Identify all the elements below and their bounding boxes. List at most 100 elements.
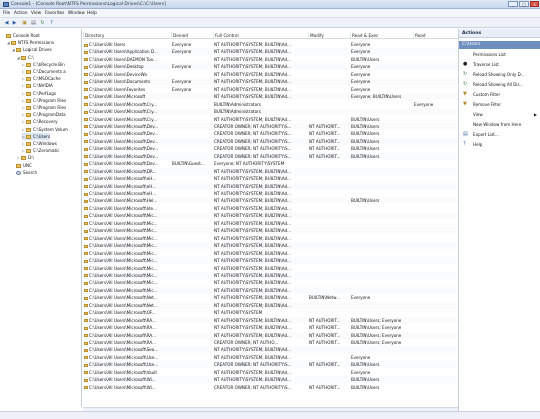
table-row[interactable]: C:\Users\All Users\Microsoft\DR... NT AUT… xyxy=(83,167,458,175)
action-item[interactable]: Permissions List xyxy=(459,50,540,59)
action-item[interactable]: View ▶ xyxy=(459,110,540,119)
table-row[interactable]: C:\Users\All Users\Microsoft\Hel... NT AU… xyxy=(83,197,458,205)
table-row[interactable]: C:\Users\All Users\Microsoft NT AUTHORITY… xyxy=(83,93,458,101)
tree-node[interactable]: Console Root xyxy=(2,32,40,39)
action-item[interactable]: ▼ Custom Filter xyxy=(459,90,540,99)
action-item[interactable]: ▼ Remove Filter xyxy=(459,100,540,109)
action-item[interactable]: ● Traverse List xyxy=(459,60,540,69)
table-row[interactable]: C:\Users\All Users\Microsoft\Mic... NT AU… xyxy=(83,242,458,250)
column-directory[interactable]: Directory xyxy=(83,32,171,39)
tree-node[interactable]: ▷ C:\Program Files xyxy=(22,104,66,111)
tree-node[interactable]: ▷ C:\$Recycle.Bin xyxy=(22,61,65,68)
table-row[interactable]: C:\Users\All Users\Microsoft\Dev... CREAT… xyxy=(83,145,458,152)
table-row[interactable]: C:\Users\All Users\Microsoft\Net... NT AU… xyxy=(83,301,458,309)
table-row[interactable]: C:\Users\All Users\Microsoft\Dev... BUILT… xyxy=(83,160,458,167)
up-folder-icon[interactable]: ▣ xyxy=(21,20,28,26)
help-icon[interactable]: ? xyxy=(48,20,55,26)
console-tree[interactable]: Console Root ◢ NTFS Permissions ◢ Logical Dr… xyxy=(0,29,82,407)
tree-node[interactable]: ▷ C:\MSOCache xyxy=(22,75,61,82)
tree-node[interactable]: ▷ C:\Recovery xyxy=(22,118,58,125)
table-row[interactable]: C:\Users\All Users\Microsoft\Cry... BUILT… xyxy=(83,108,458,116)
table-row[interactable]: C:\Users\All Users\Microsoft\Mic... NT AU… xyxy=(83,271,458,279)
table-row[interactable]: C:\Users\All Users\Microsoft\eH... NT AUT… xyxy=(83,190,458,197)
tree-node[interactable]: ▷ C:\Zeromatic xyxy=(22,147,60,154)
table-row[interactable]: C:\Users\All Users\Microsoft\Mic... NT AU… xyxy=(83,235,458,242)
action-item[interactable]: New Window from Here xyxy=(459,120,540,129)
table-row[interactable]: C:\Users\All Users\Microsoft\Sea... NT AU… xyxy=(83,346,458,354)
action-item[interactable]: ↻ Reload Showing Only D... xyxy=(459,70,540,79)
table-row[interactable]: C:\Users\All Users\Microsoft\Ide... NT AU… xyxy=(83,205,458,212)
tree-node[interactable]: ▷ C:\Documents a xyxy=(22,68,66,75)
forward-icon[interactable]: ▶ xyxy=(11,20,18,26)
table-row[interactable]: C:\Users\All Users\Microsoft\RA... NT AUT… xyxy=(83,324,458,331)
table-row[interactable]: C:\Users\All Users\Microsoft\Mic... NT AU… xyxy=(83,279,458,286)
table-row[interactable]: C:\Users\All Users\Microsoft\Mic... NT AU… xyxy=(83,212,458,220)
table-row[interactable]: C:\Users\All Users Everyone NT AUTHORITY\S… xyxy=(83,41,458,48)
table-row[interactable]: C:\Users\All Users\Microsoft\Vault NT AUT… xyxy=(83,369,458,376)
table-row[interactable]: C:\Users\All Users\Microsoft\Mic... NT AU… xyxy=(83,257,458,265)
menu-file[interactable]: File xyxy=(3,11,10,16)
tree-node[interactable]: ◢ NTFS Permissions xyxy=(7,39,54,46)
column-modify[interactable]: Modify xyxy=(308,32,350,39)
table-row[interactable]: C:\Users\All Users\Microsoft\RA... NT AUT… xyxy=(83,316,458,324)
table-row[interactable]: C:\Users\All Users\Microsoft\RA... NT AUT… xyxy=(83,331,458,339)
table-row[interactable]: C:\Users\All Users\Microsoft\Mic... NT AU… xyxy=(83,286,458,294)
tree-node[interactable]: ▷ C:\Windows xyxy=(22,140,57,147)
table-row[interactable]: C:\Users\All Users\Microsoft\Net... NT AU… xyxy=(83,294,458,301)
tree-node[interactable]: ◢ C:\ xyxy=(17,54,34,61)
tree-node[interactable]: ▷ C:\ProgramData xyxy=(22,111,66,118)
table-row[interactable]: C:\Users\All Users\DeviceWo NT AUTHORITY\… xyxy=(83,71,458,78)
table-row[interactable]: C:\Users\All Users\Microsoft\Dev... CREAT… xyxy=(83,152,458,160)
column-read[interactable]: Read xyxy=(413,32,458,39)
table-row[interactable]: C:\Users\All Users\Microsoft\eH... NT AUT… xyxy=(83,175,458,182)
tree-node[interactable]: ▷ C:\PerfLogs xyxy=(22,90,56,97)
actions-section-title[interactable]: C:\Users xyxy=(459,41,540,49)
table-row[interactable]: C:\Users\All Users\Microsoft\Mic... NT AU… xyxy=(83,265,458,272)
minimize-button[interactable]: _ xyxy=(508,1,518,7)
table-row[interactable]: C:\Users\All Users\Microsoft\Wi... NT AUT… xyxy=(83,376,458,384)
refresh-icon[interactable]: ↻ xyxy=(39,20,46,26)
table-row[interactable]: C:\Users\All Users\Microsoft\Cry... BUILT… xyxy=(83,101,458,108)
action-item[interactable]: ↻ Reload Showing All Dir... xyxy=(459,80,540,89)
tree-node[interactable]: UNC xyxy=(12,162,32,169)
tree-node[interactable]: ▷ C:\Program Files xyxy=(22,97,66,104)
tree-node[interactable]: ▷ D:\ xyxy=(17,154,34,161)
column-full-control[interactable]: Full Control xyxy=(213,32,308,39)
table-row[interactable]: C:\Users\All Users\Microsoft\Wi... CREATO… xyxy=(83,384,458,391)
tree-node[interactable]: ◢ Logical Drives xyxy=(12,46,52,53)
menu-favorites[interactable]: Favorites xyxy=(45,11,64,16)
menu-action[interactable]: Action xyxy=(14,11,27,16)
table-row[interactable]: C:\Users\All Users\Microsoft\Dev... CREAT… xyxy=(83,130,458,137)
table-row[interactable]: C:\Users\All Users\Application D... Every… xyxy=(83,48,458,56)
table-row[interactable]: C:\Users\All Users\Microsoft\eH... NT AUT… xyxy=(83,182,458,190)
table-row[interactable]: C:\Users\All Users\Microsoft\Cry... NT AU… xyxy=(83,116,458,123)
menu-view[interactable]: View xyxy=(31,11,41,16)
table-row[interactable]: C:\Users\All Users\Desktop Everyone NT AUT… xyxy=(83,63,458,71)
tree-node[interactable]: Search xyxy=(12,169,37,176)
table-row[interactable]: C:\Users\All Users\DAEMON Too... NT AUTHO… xyxy=(83,56,458,63)
tree-node[interactable]: ▷ C:\Users xyxy=(22,132,51,140)
properties-icon[interactable]: ▤ xyxy=(30,20,37,26)
action-item[interactable]: ? Help xyxy=(459,140,540,149)
back-icon[interactable]: ◀ xyxy=(3,20,10,26)
table-row[interactable]: C:\Users\All Users\Microsoft\Mic... NT AU… xyxy=(83,227,458,235)
menu-window[interactable]: Window xyxy=(68,11,85,16)
column-read-exec[interactable]: Read & Exec xyxy=(350,32,413,39)
table-row[interactable]: C:\Users\All Users\Microsoft\Mic... NT AU… xyxy=(83,220,458,227)
close-button[interactable]: x xyxy=(530,1,539,7)
table-row[interactable]: C:\Users\All Users\Favorites Everyone NT A… xyxy=(83,86,458,93)
maximize-button[interactable]: □ xyxy=(519,1,529,7)
permissions-grid[interactable]: Directory Denied Full Control Modify Rea… xyxy=(83,29,458,407)
table-row[interactable]: C:\Users\All Users\Microsoft\OF... NT AUT… xyxy=(83,309,458,316)
table-row[interactable]: C:\Users\All Users\Microsoft\Use... NT AU… xyxy=(83,354,458,361)
table-row[interactable]: C:\Users\All Users\Microsoft\Dev... CREAT… xyxy=(83,137,458,145)
column-denied[interactable]: Denied xyxy=(171,32,213,39)
table-row[interactable]: C:\Users\All Users\Documents Everyone NT A… xyxy=(83,78,458,86)
action-item[interactable]: ▤ Export List... xyxy=(459,130,540,139)
table-row[interactable]: C:\Users\All Users\Microsoft\Dev... CREAT… xyxy=(83,122,458,130)
menu-help[interactable]: Help xyxy=(87,11,97,16)
tree-node[interactable]: ▷ C:\System Volum xyxy=(22,126,68,133)
tree-node[interactable]: ▷ C:\NVIDIA xyxy=(22,82,53,89)
table-row[interactable]: C:\Users\All Users\Microsoft\Mic... NT AU… xyxy=(83,250,458,257)
table-row[interactable]: C:\Users\All Users\Microsoft\Use... CREAT… xyxy=(83,361,458,369)
